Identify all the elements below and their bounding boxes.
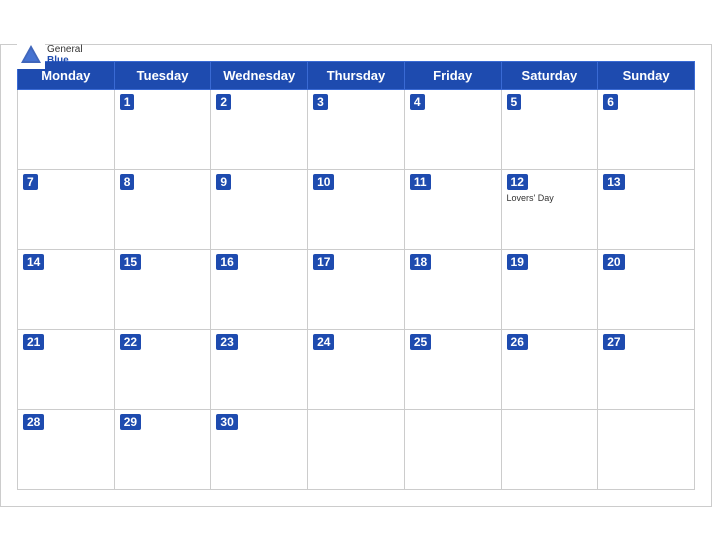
calendar-day-cell: 12 Lovers' Day — [501, 169, 598, 249]
day-number: 17 — [313, 254, 334, 270]
day-number: 28 — [23, 414, 44, 430]
calendar-day-cell: 28 — [18, 409, 115, 489]
weekday-header-row: MondayTuesdayWednesdayThursdayFridaySatu… — [18, 61, 695, 89]
calendar-day-cell: 16 — [211, 249, 308, 329]
calendar-week-row: 14 15 16 17 18 19 20 — [18, 249, 695, 329]
calendar-day-cell: 6 — [598, 89, 695, 169]
day-number: 14 — [23, 254, 44, 270]
calendar-day-cell: 20 — [598, 249, 695, 329]
day-number: 5 — [507, 94, 522, 110]
calendar-week-row: 7 8 9 10 11 12 Lovers' Day 13 — [18, 169, 695, 249]
day-number: 30 — [216, 414, 237, 430]
day-number: 7 — [23, 174, 38, 190]
calendar: General Blue MondayTuesdayWednesdayThurs… — [0, 44, 712, 507]
calendar-day-cell: 24 — [308, 329, 405, 409]
day-number: 29 — [120, 414, 141, 430]
weekday-header: Saturday — [501, 61, 598, 89]
day-number: 20 — [603, 254, 624, 270]
day-number: 3 — [313, 94, 328, 110]
weekday-header: Tuesday — [114, 61, 211, 89]
weekday-header: Sunday — [598, 61, 695, 89]
day-number: 15 — [120, 254, 141, 270]
calendar-day-cell — [308, 409, 405, 489]
day-number: 9 — [216, 174, 231, 190]
weekday-header: Friday — [404, 61, 501, 89]
calendar-day-cell — [598, 409, 695, 489]
day-number: 8 — [120, 174, 135, 190]
day-number: 6 — [603, 94, 618, 110]
calendar-day-cell: 21 — [18, 329, 115, 409]
calendar-day-cell: 15 — [114, 249, 211, 329]
day-number: 25 — [410, 334, 431, 350]
calendar-body: 123456789101112Lovers' Day13141516171819… — [18, 89, 695, 489]
calendar-day-cell: 3 — [308, 89, 405, 169]
calendar-day-cell: 18 — [404, 249, 501, 329]
weekday-header: Thursday — [308, 61, 405, 89]
calendar-week-row: 21 22 23 24 25 26 27 — [18, 329, 695, 409]
calendar-day-cell: 13 — [598, 169, 695, 249]
calendar-day-cell: 5 — [501, 89, 598, 169]
calendar-day-cell: 29 — [114, 409, 211, 489]
day-number: 26 — [507, 334, 528, 350]
day-number: 11 — [410, 174, 431, 190]
calendar-table: MondayTuesdayWednesdayThursdayFridaySatu… — [17, 61, 695, 490]
calendar-day-cell: 14 — [18, 249, 115, 329]
calendar-day-cell: 30 — [211, 409, 308, 489]
calendar-day-cell: 4 — [404, 89, 501, 169]
day-number: 24 — [313, 334, 334, 350]
logo: General Blue — [17, 41, 83, 69]
day-number: 12 — [507, 174, 528, 190]
day-number: 22 — [120, 334, 141, 350]
calendar-day-cell: 26 — [501, 329, 598, 409]
day-number: 18 — [410, 254, 431, 270]
day-number: 19 — [507, 254, 528, 270]
weekday-header: Wednesday — [211, 61, 308, 89]
calendar-day-cell: 27 — [598, 329, 695, 409]
calendar-day-cell: 1 — [114, 89, 211, 169]
calendar-day-cell: 10 — [308, 169, 405, 249]
day-number: 27 — [603, 334, 624, 350]
event-label: Lovers' Day — [507, 193, 593, 203]
day-number: 16 — [216, 254, 237, 270]
day-number: 13 — [603, 174, 624, 190]
day-number: 23 — [216, 334, 237, 350]
calendar-day-cell: 22 — [114, 329, 211, 409]
day-number: 1 — [120, 94, 135, 110]
calendar-day-cell: 25 — [404, 329, 501, 409]
day-number: 4 — [410, 94, 425, 110]
calendar-day-cell: 23 — [211, 329, 308, 409]
calendar-day-cell: 17 — [308, 249, 405, 329]
calendar-day-cell: 7 — [18, 169, 115, 249]
calendar-day-cell — [501, 409, 598, 489]
calendar-week-row: 1 2 3 4 5 6 — [18, 89, 695, 169]
calendar-day-cell: 11 — [404, 169, 501, 249]
calendar-day-cell: 9 — [211, 169, 308, 249]
calendar-week-row: 28 29 30 — [18, 409, 695, 489]
day-number: 2 — [216, 94, 231, 110]
calendar-day-cell: 8 — [114, 169, 211, 249]
calendar-day-cell — [18, 89, 115, 169]
calendar-day-cell — [404, 409, 501, 489]
day-number: 10 — [313, 174, 334, 190]
calendar-day-cell: 2 — [211, 89, 308, 169]
calendar-day-cell: 19 — [501, 249, 598, 329]
day-number: 21 — [23, 334, 44, 350]
